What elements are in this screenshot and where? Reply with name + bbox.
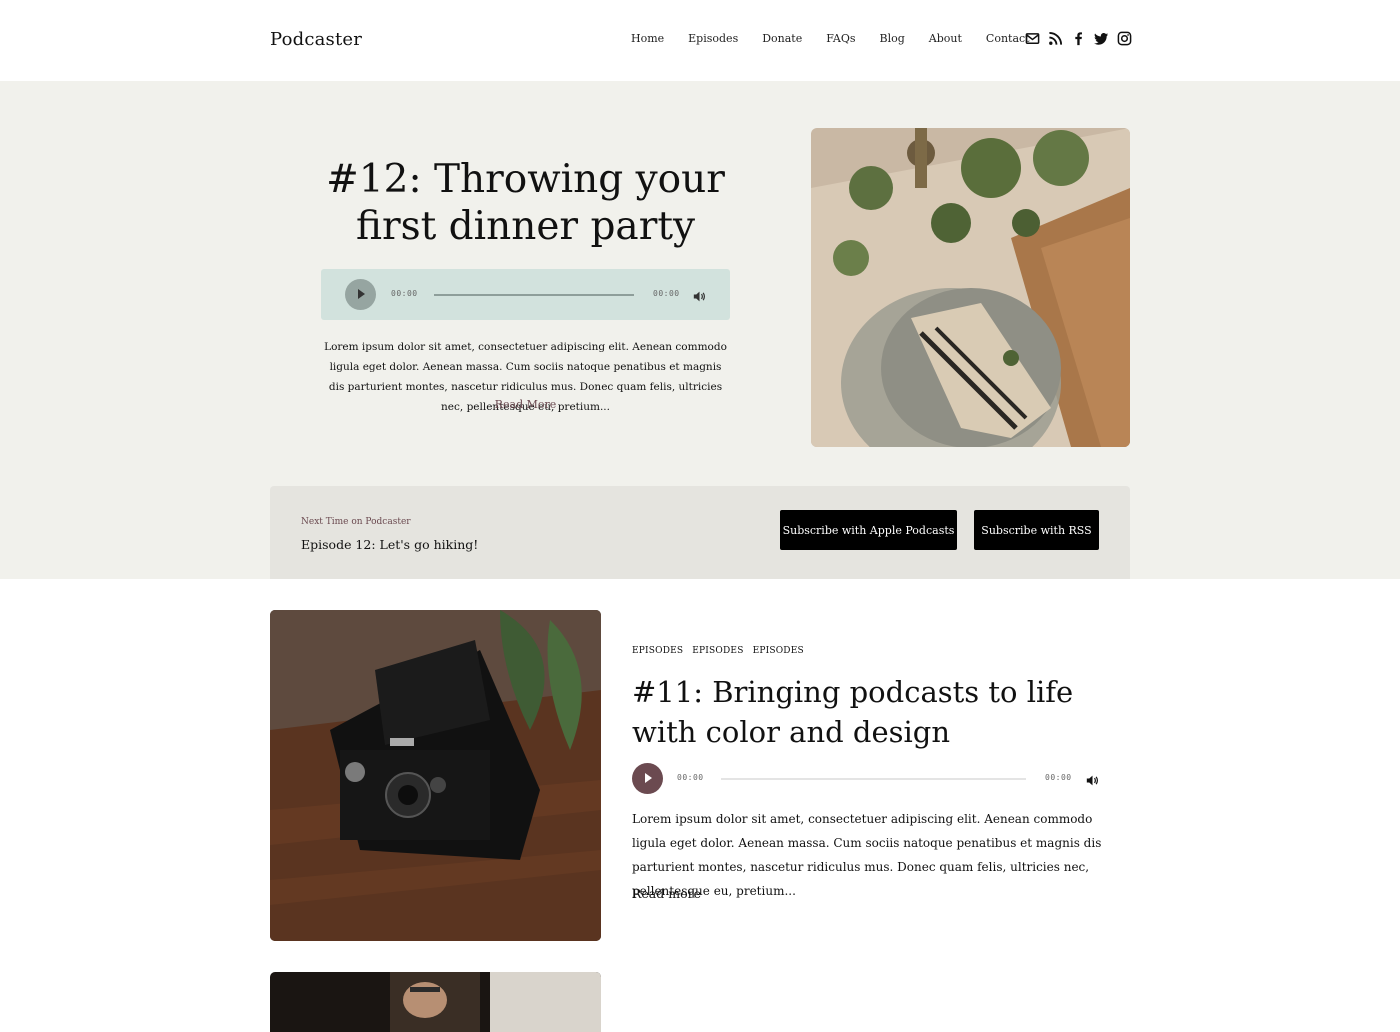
nav-item-donate[interactable]: Donate [762, 32, 802, 45]
episode-title[interactable]: #11: Bringing podcasts to life with colo… [632, 672, 1102, 752]
hero-episode-title[interactable]: #12: Throwing your first dinner party [321, 156, 730, 250]
nav-item-faqs[interactable]: FAQs [826, 32, 855, 45]
progress-bar[interactable] [434, 294, 634, 296]
category-tag[interactable]: EPISODES [632, 646, 683, 656]
progress-bar[interactable] [721, 778, 1026, 780]
next-episode-bar: Next Time on Podcaster Episode 12: Let's… [270, 486, 1130, 579]
nav-item-home[interactable]: Home [631, 32, 664, 45]
next-episode-image[interactable] [270, 972, 601, 1032]
duration: 00:00 [1045, 773, 1072, 782]
read-more-link[interactable]: Read more [632, 886, 701, 901]
category-tag[interactable]: EPISODES [692, 646, 743, 656]
dinner-table-image [811, 128, 1130, 447]
twitter-icon[interactable] [1094, 31, 1109, 46]
play-button[interactable] [345, 279, 376, 310]
subscribe-apple-button[interactable]: Subscribe with Apple Podcasts [780, 510, 957, 550]
current-time: 00:00 [677, 773, 704, 782]
rss-icon[interactable] [1048, 31, 1063, 46]
volume-icon[interactable] [1086, 772, 1099, 786]
play-button[interactable] [632, 763, 663, 794]
mail-icon[interactable] [1025, 31, 1040, 46]
episode-audio-player: 00:00 00:00 [632, 763, 1102, 795]
duration: 00:00 [653, 289, 680, 298]
site-logo[interactable]: Podcaster [270, 29, 362, 50]
subscribe-rss-button[interactable]: Subscribe with RSS [974, 510, 1099, 550]
facebook-icon[interactable] [1071, 31, 1086, 46]
read-more-link[interactable]: Read More [321, 398, 730, 411]
nav-item-episodes[interactable]: Episodes [688, 32, 738, 45]
nav-item-contact[interactable]: Contact [986, 32, 1030, 45]
instagram-icon[interactable] [1117, 31, 1132, 46]
main-nav: Home Episodes Donate FAQs Blog About Con… [631, 32, 1030, 45]
nav-item-about[interactable]: About [929, 32, 962, 45]
social-links [1025, 31, 1132, 46]
camera-image[interactable] [270, 610, 601, 941]
category-tag[interactable]: EPISODES [753, 646, 804, 656]
site-header: Podcaster Home Episodes Donate FAQs Blog… [0, 0, 1400, 81]
hero-audio-player: 00:00 00:00 [321, 269, 730, 320]
episode-excerpt: Lorem ipsum dolor sit amet, consectetuer… [632, 812, 1102, 898]
next-episode-title: Episode 12: Let's go hiking! [301, 537, 479, 552]
volume-icon[interactable] [693, 288, 706, 302]
nav-item-blog[interactable]: Blog [880, 32, 905, 45]
next-episode-label: Next Time on Podcaster [301, 517, 411, 527]
current-time: 00:00 [391, 289, 418, 298]
episode-categories: EPISODES EPISODES EPISODES [632, 646, 804, 656]
